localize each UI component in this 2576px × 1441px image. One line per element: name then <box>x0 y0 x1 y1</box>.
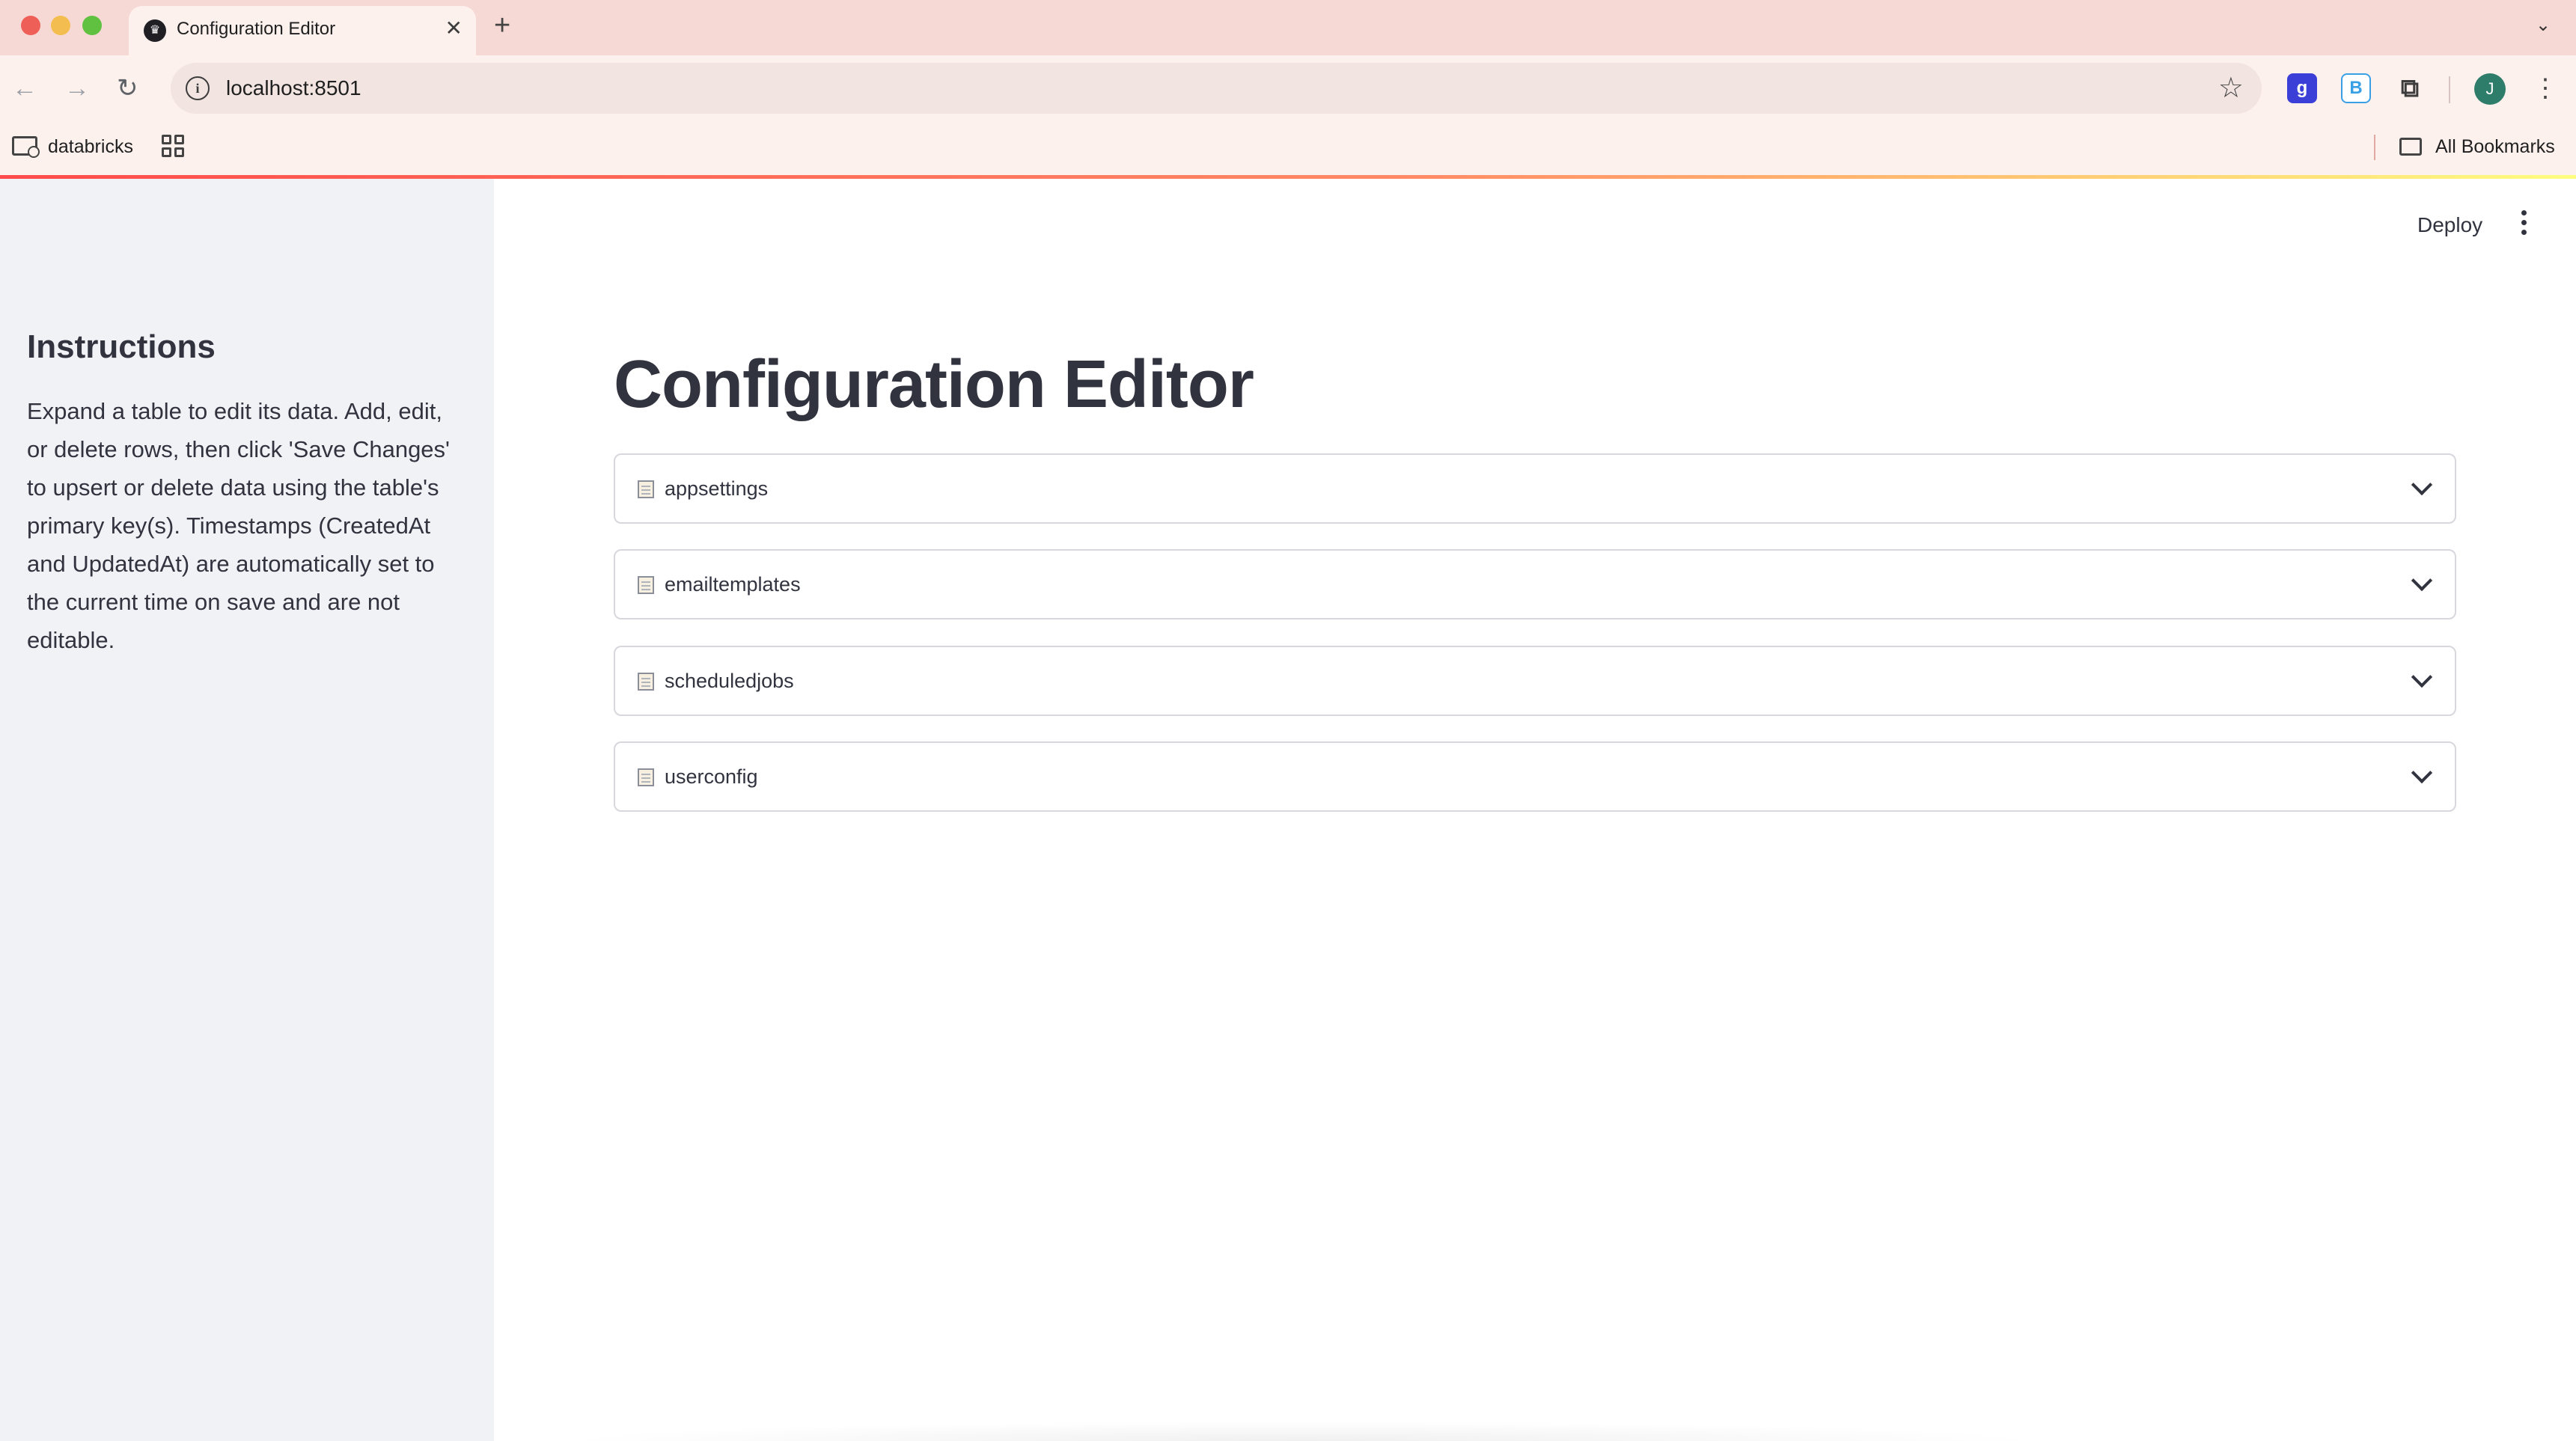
browser-menu-icon[interactable]: ⋮ <box>2533 72 2558 105</box>
table-expander-emailtemplates[interactable]: emailtemplates <box>614 549 2456 619</box>
expander-label: appsettings <box>665 477 769 500</box>
streamlit-favicon-icon: ♛ <box>144 19 166 42</box>
tab-close-icon[interactable]: ✕ <box>445 16 463 40</box>
apps-grid-icon[interactable] <box>162 135 184 157</box>
back-arrow-icon[interactable]: ← <box>12 72 37 105</box>
browser-toolbar: ← → ↻ i localhost:8501 ☆ g B ⧉ J ⋮ <box>0 55 2576 123</box>
bookmarks-bar: databricks All Bookmarks <box>0 123 2576 175</box>
window-close-button[interactable] <box>21 16 40 35</box>
page-title: Configuration Editor <box>614 347 1254 422</box>
sidebar-heading: Instructions <box>27 328 216 365</box>
bookmarks-divider <box>2374 135 2375 160</box>
chevron-down-icon <box>2411 762 2433 784</box>
chevron-down-icon <box>2411 666 2433 688</box>
chevron-down-icon <box>2411 474 2433 496</box>
table-expander-scheduledjobs[interactable]: scheduledjobs <box>614 646 2456 716</box>
profile-avatar[interactable]: J <box>2474 73 2506 105</box>
extension-b-icon[interactable]: B <box>2341 73 2371 103</box>
forward-arrow-icon[interactable]: → <box>64 72 90 105</box>
sidebar-instructions-text: Expand a table to edit its data. Add, ed… <box>27 398 450 653</box>
deploy-button[interactable]: Deploy <box>2417 213 2482 237</box>
all-bookmarks-link[interactable]: All Bookmarks <box>2435 136 2555 158</box>
reload-icon[interactable]: ↻ <box>117 72 138 105</box>
spiral-notepad-icon <box>638 480 654 498</box>
bottom-fade <box>554 1422 2051 1441</box>
window-maximize-button[interactable] <box>82 16 102 35</box>
address-bar[interactable]: i localhost:8501 ☆ <box>171 63 2262 114</box>
expander-label: userconfig <box>665 765 758 788</box>
main-menu-icon[interactable] <box>2515 204 2533 240</box>
tab-search-chevron-icon[interactable]: ⌄ <box>2528 10 2558 40</box>
extension-g-icon[interactable]: g <box>2287 73 2317 103</box>
address-bar-url[interactable]: localhost:8501 <box>226 76 361 100</box>
browser-tab-bar: ♛ Configuration Editor ✕ + ⌄ <box>0 0 2576 55</box>
site-info-icon[interactable]: i <box>186 76 210 100</box>
expander-label: emailtemplates <box>665 573 801 596</box>
main-content: Deploy Configuration Editor appsettings … <box>494 179 2576 1441</box>
spiral-notepad-icon <box>638 673 654 691</box>
spiral-notepad-icon <box>638 768 654 786</box>
window-minimize-button[interactable] <box>51 16 70 35</box>
expander-label: scheduledjobs <box>665 670 794 692</box>
tab-title: Configuration Editor <box>177 19 336 39</box>
table-expander-appsettings[interactable]: appsettings <box>614 453 2456 524</box>
new-tab-button[interactable]: + <box>494 10 510 40</box>
browser-tab-active[interactable]: ♛ Configuration Editor ✕ <box>129 6 476 55</box>
folder-icon[interactable] <box>2399 138 2422 156</box>
table-expander-userconfig[interactable]: userconfig <box>614 741 2456 812</box>
sidebar: Instructions Expand a table to edit its … <box>0 179 494 1441</box>
toolbar-divider <box>2449 76 2450 103</box>
spiral-notepad-icon <box>638 576 654 594</box>
managed-folder-icon[interactable] <box>12 136 40 158</box>
chevron-down-icon <box>2411 569 2433 592</box>
extensions-puzzle-icon[interactable]: ⧉ <box>2395 73 2425 103</box>
bookmark-folder-databricks[interactable]: databricks <box>48 136 133 158</box>
bookmark-star-icon[interactable]: ☆ <box>2218 72 2244 105</box>
